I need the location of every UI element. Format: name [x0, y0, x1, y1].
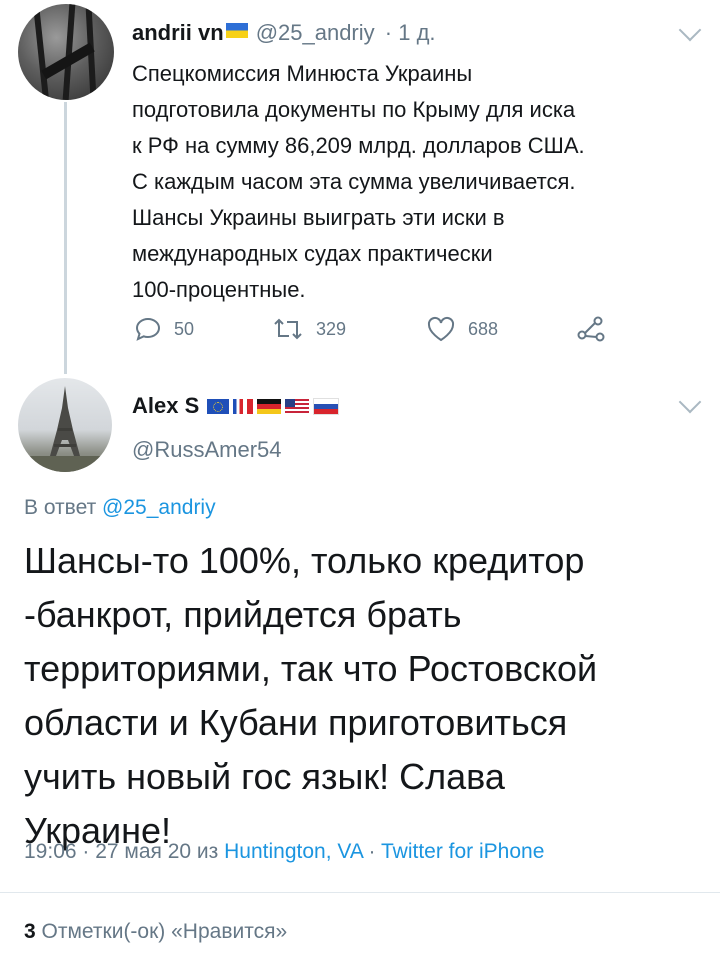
- tweet-text: Спецкомиссия Минюста Украины подготовила…: [132, 56, 702, 308]
- reply-mention-link[interactable]: @25_andriy: [102, 496, 216, 519]
- timestamp: 19:06 · 27 мая 20 из: [24, 840, 219, 863]
- reply-icon: [135, 317, 161, 341]
- retweet-count: 329: [316, 318, 347, 339]
- reply-count: 50: [174, 318, 195, 339]
- like-button[interactable]: 688: [426, 315, 498, 343]
- likes-count: 3: [24, 920, 36, 943]
- tweet-text-line: С каждым часом эта сумма увеличивается.: [132, 169, 576, 194]
- avatar[interactable]: [18, 4, 114, 100]
- share-icon: [577, 316, 605, 342]
- chevron-down-icon[interactable]: [678, 18, 702, 42]
- france-flag-icon: [233, 398, 244, 414]
- tweet-text-line: подготовила документы по Крыму для иска: [132, 97, 576, 122]
- tweet-meta: 19:06 · 27 мая 20 из Huntington, VA · Tw…: [24, 840, 544, 864]
- reply-button[interactable]: 50: [134, 315, 194, 343]
- action-bar: 50 329 688: [0, 312, 720, 346]
- germany-flag-icon: [257, 398, 282, 414]
- reply-author-header: Alex S: [132, 393, 340, 419]
- flag-icons: [207, 397, 340, 415]
- in-reply-prefix: В ответ: [24, 496, 97, 519]
- heart-icon: [427, 316, 455, 342]
- tweet-text-line: к РФ на сумму 86,209 млрд. долларов США.: [132, 133, 585, 158]
- meta-separator: ·: [368, 840, 376, 863]
- author-name[interactable]: Alex S: [132, 393, 199, 419]
- eu-flag-icon: [207, 398, 230, 414]
- reply-text-line: территориями, так что Ростовской: [24, 648, 598, 689]
- retweet-button[interactable]: 329: [272, 315, 346, 343]
- in-reply-to: В ответ @25_andriy: [24, 496, 216, 520]
- tweet-text-line: Спецкомиссия Минюста Украины: [132, 61, 473, 86]
- reply-text-line: -банкрот, прийдется брать: [24, 594, 462, 635]
- reply-text-line: учить новый гос язык! Слава: [24, 756, 505, 797]
- source-link[interactable]: Twitter for iPhone: [381, 840, 544, 863]
- chevron-down-icon[interactable]: [678, 390, 702, 414]
- likes-summary[interactable]: 3 Отметки(-ок) «Нравится»: [24, 920, 287, 944]
- russia-flag-icon: [313, 397, 340, 415]
- avatar[interactable]: [18, 378, 112, 472]
- tweet-age: · 1 д.: [384, 20, 436, 45]
- author-name[interactable]: andrii vn: [132, 20, 224, 45]
- red-flag-stripe-icon: [247, 398, 254, 414]
- likes-label: Отметки(-ок) «Нравится»: [41, 920, 288, 943]
- eiffel-tower-image: [18, 386, 112, 472]
- like-count: 688: [468, 318, 499, 339]
- reply-text-line: Шансы-то 100%, только кредитор: [24, 540, 585, 581]
- author-handle[interactable]: @25_andriy: [256, 20, 375, 45]
- reply-text-line: области и Кубани приготовиться: [24, 702, 568, 743]
- divider: [0, 892, 720, 893]
- location-link[interactable]: Huntington, VA: [224, 840, 363, 863]
- retweet-icon: [274, 318, 302, 340]
- share-button[interactable]: [576, 315, 606, 343]
- usa-flag-icon: [285, 398, 310, 414]
- tweet-text-line: Шансы Украины выиграть эти иски в: [132, 205, 505, 230]
- ukraine-flag-icon: [225, 23, 248, 38]
- tweet-text-line: международных судах практически: [132, 241, 493, 266]
- tweet-header: andrii vn @25_andriy · 1 д.: [132, 20, 436, 46]
- reply-text: Шансы-то 100%, только кредитор -банкрот,…: [24, 534, 704, 858]
- tweet-text-line: 100-процентные.: [132, 277, 306, 302]
- author-handle[interactable]: @RussAmer54: [132, 437, 282, 463]
